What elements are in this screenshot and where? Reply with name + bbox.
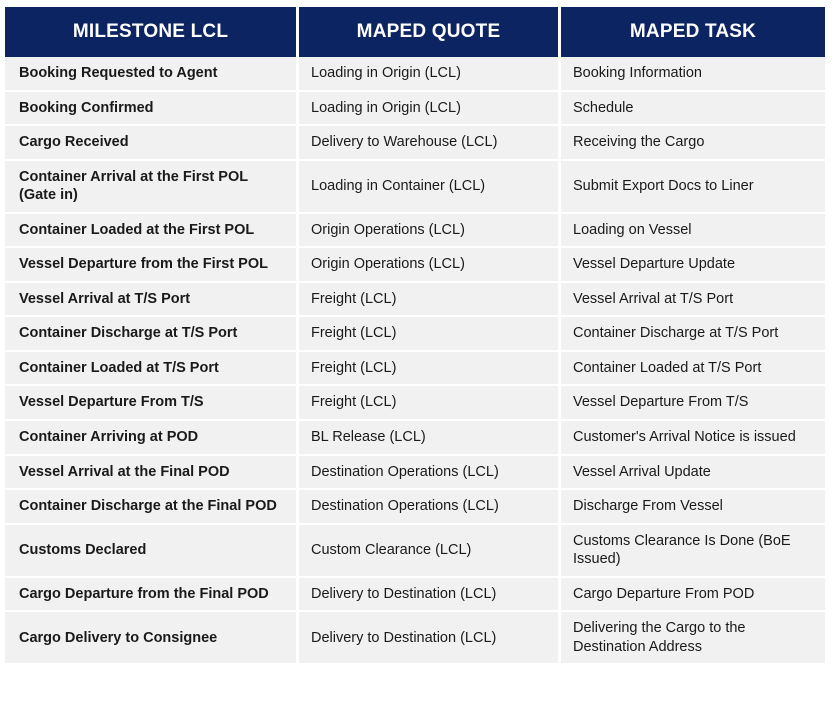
cell-maped-quote: Delivery to Destination (LCL): [299, 577, 561, 613]
cell-maped-task: Vessel Departure Update: [561, 248, 825, 283]
cell-milestone-lcl: Vessel Arrival at the Final POD: [5, 455, 299, 491]
cell-maped-quote: Destination Operations (LCL): [299, 490, 561, 525]
cell-maped-quote: Freight (LCL): [299, 351, 561, 387]
table-row: Cargo Delivery to Consignee Delivery to D…: [5, 612, 825, 664]
milestone-mapping-table: MILESTONE LCL MAPED QUOTE MAPED TASK Boo…: [5, 7, 825, 664]
table-row: Vessel Departure from the First POL Origi…: [5, 248, 825, 283]
cell-maped-quote: Freight (LCL): [299, 386, 561, 422]
cell-milestone-lcl: Vessel Departure from the First POL: [5, 248, 299, 283]
cell-milestone-lcl: Container Loaded at the First POL: [5, 213, 299, 249]
cell-maped-quote: Freight (LCL): [299, 317, 561, 352]
cell-milestone-lcl: Container Arrival at the First POL (Gate…: [5, 160, 299, 214]
cell-maped-quote: Delivery to Warehouse (LCL): [299, 126, 561, 161]
cell-maped-task: Vessel Departure From T/S: [561, 386, 825, 422]
cell-milestone-lcl: Vessel Arrival at T/S Port: [5, 282, 299, 318]
cell-milestone-lcl: Vessel Departure From T/S: [5, 386, 299, 422]
table-row: Vessel Arrival at T/S Port Freight (LCL) V…: [5, 282, 825, 318]
cell-maped-quote: Origin Operations (LCL): [299, 248, 561, 283]
cell-milestone-lcl: Container Loaded at T/S Port: [5, 351, 299, 387]
cell-maped-quote: Loading in Origin (LCL): [299, 91, 561, 127]
cell-maped-quote: Freight (LCL): [299, 282, 561, 318]
cell-maped-quote: Delivery to Destination (LCL): [299, 612, 561, 664]
cell-milestone-lcl: Customs Declared: [5, 524, 299, 578]
cell-maped-task: Loading on Vessel: [561, 213, 825, 249]
table-row: Container Discharge at the Final POD Dest…: [5, 490, 825, 525]
cell-milestone-lcl: Cargo Departure from the Final POD: [5, 577, 299, 613]
cell-milestone-lcl: Cargo Delivery to Consignee: [5, 612, 299, 664]
cell-maped-quote: Destination Operations (LCL): [299, 455, 561, 491]
table-header: MILESTONE LCL MAPED QUOTE MAPED TASK: [5, 7, 825, 57]
table-row: Vessel Arrival at the Final POD Destinati…: [5, 455, 825, 491]
cell-maped-quote: Origin Operations (LCL): [299, 213, 561, 249]
cell-maped-task: Container Loaded at T/S Port: [561, 351, 825, 387]
cell-maped-task: Vessel Arrival at T/S Port: [561, 282, 825, 318]
table-row: Cargo Received Delivery to Warehouse (LCL…: [5, 126, 825, 161]
cell-maped-task: Customs Clearance Is Done (BoE Issued): [561, 524, 825, 578]
table-row: Container Loaded at the First POL Origin …: [5, 213, 825, 249]
cell-milestone-lcl: Cargo Received: [5, 126, 299, 161]
cell-maped-task: Submit Export Docs to Liner: [561, 160, 825, 214]
cell-maped-quote: BL Release (LCL): [299, 421, 561, 456]
table-body: Booking Requested to Agent Loading in Ori…: [5, 57, 825, 664]
table-row: Booking Confirmed Loading in Origin (LCL)…: [5, 91, 825, 127]
table-row: Container Arriving at POD BL Release (LCL…: [5, 421, 825, 456]
cell-milestone-lcl: Container Discharge at T/S Port: [5, 317, 299, 352]
cell-maped-task: Delivering the Cargo to the Destination …: [561, 612, 825, 664]
cell-milestone-lcl: Container Discharge at the Final POD: [5, 490, 299, 525]
table-row: Customs Declared Custom Clearance (LCL) Cu…: [5, 524, 825, 578]
table-row: Container Arrival at the First POL (Gate…: [5, 160, 825, 214]
column-header-milestone-lcl: MILESTONE LCL: [5, 7, 299, 57]
cell-maped-task: Discharge From Vessel: [561, 490, 825, 525]
cell-maped-task: Schedule: [561, 91, 825, 127]
cell-maped-task: Customer's Arrival Notice is issued: [561, 421, 825, 456]
table-row: Vessel Departure From T/S Freight (LCL) Ve…: [5, 386, 825, 422]
cell-maped-quote: Loading in Origin (LCL): [299, 57, 561, 92]
cell-maped-task: Cargo Departure From POD: [561, 577, 825, 613]
cell-maped-task: Vessel Arrival Update: [561, 455, 825, 491]
table-row: Booking Requested to Agent Loading in Ori…: [5, 57, 825, 92]
table-row: Container Discharge at T/S Port Freight (…: [5, 317, 825, 352]
column-header-maped-task: MAPED TASK: [561, 7, 825, 57]
milestone-mapping-table-container: MILESTONE LCL MAPED QUOTE MAPED TASK Boo…: [5, 7, 825, 664]
cell-maped-task: Booking Information: [561, 57, 825, 92]
cell-maped-task: Receiving the Cargo: [561, 126, 825, 161]
table-header-row: MILESTONE LCL MAPED QUOTE MAPED TASK: [5, 7, 825, 57]
cell-milestone-lcl: Container Arriving at POD: [5, 421, 299, 456]
cell-milestone-lcl: Booking Requested to Agent: [5, 57, 299, 92]
cell-maped-quote: Loading in Container (LCL): [299, 160, 561, 214]
table-row: Cargo Departure from the Final POD Delive…: [5, 577, 825, 613]
cell-milestone-lcl: Booking Confirmed: [5, 91, 299, 127]
column-header-maped-quote: MAPED QUOTE: [299, 7, 561, 57]
cell-maped-task: Container Discharge at T/S Port: [561, 317, 825, 352]
table-row: Container Loaded at T/S Port Freight (LCL…: [5, 351, 825, 387]
cell-maped-quote: Custom Clearance (LCL): [299, 524, 561, 578]
